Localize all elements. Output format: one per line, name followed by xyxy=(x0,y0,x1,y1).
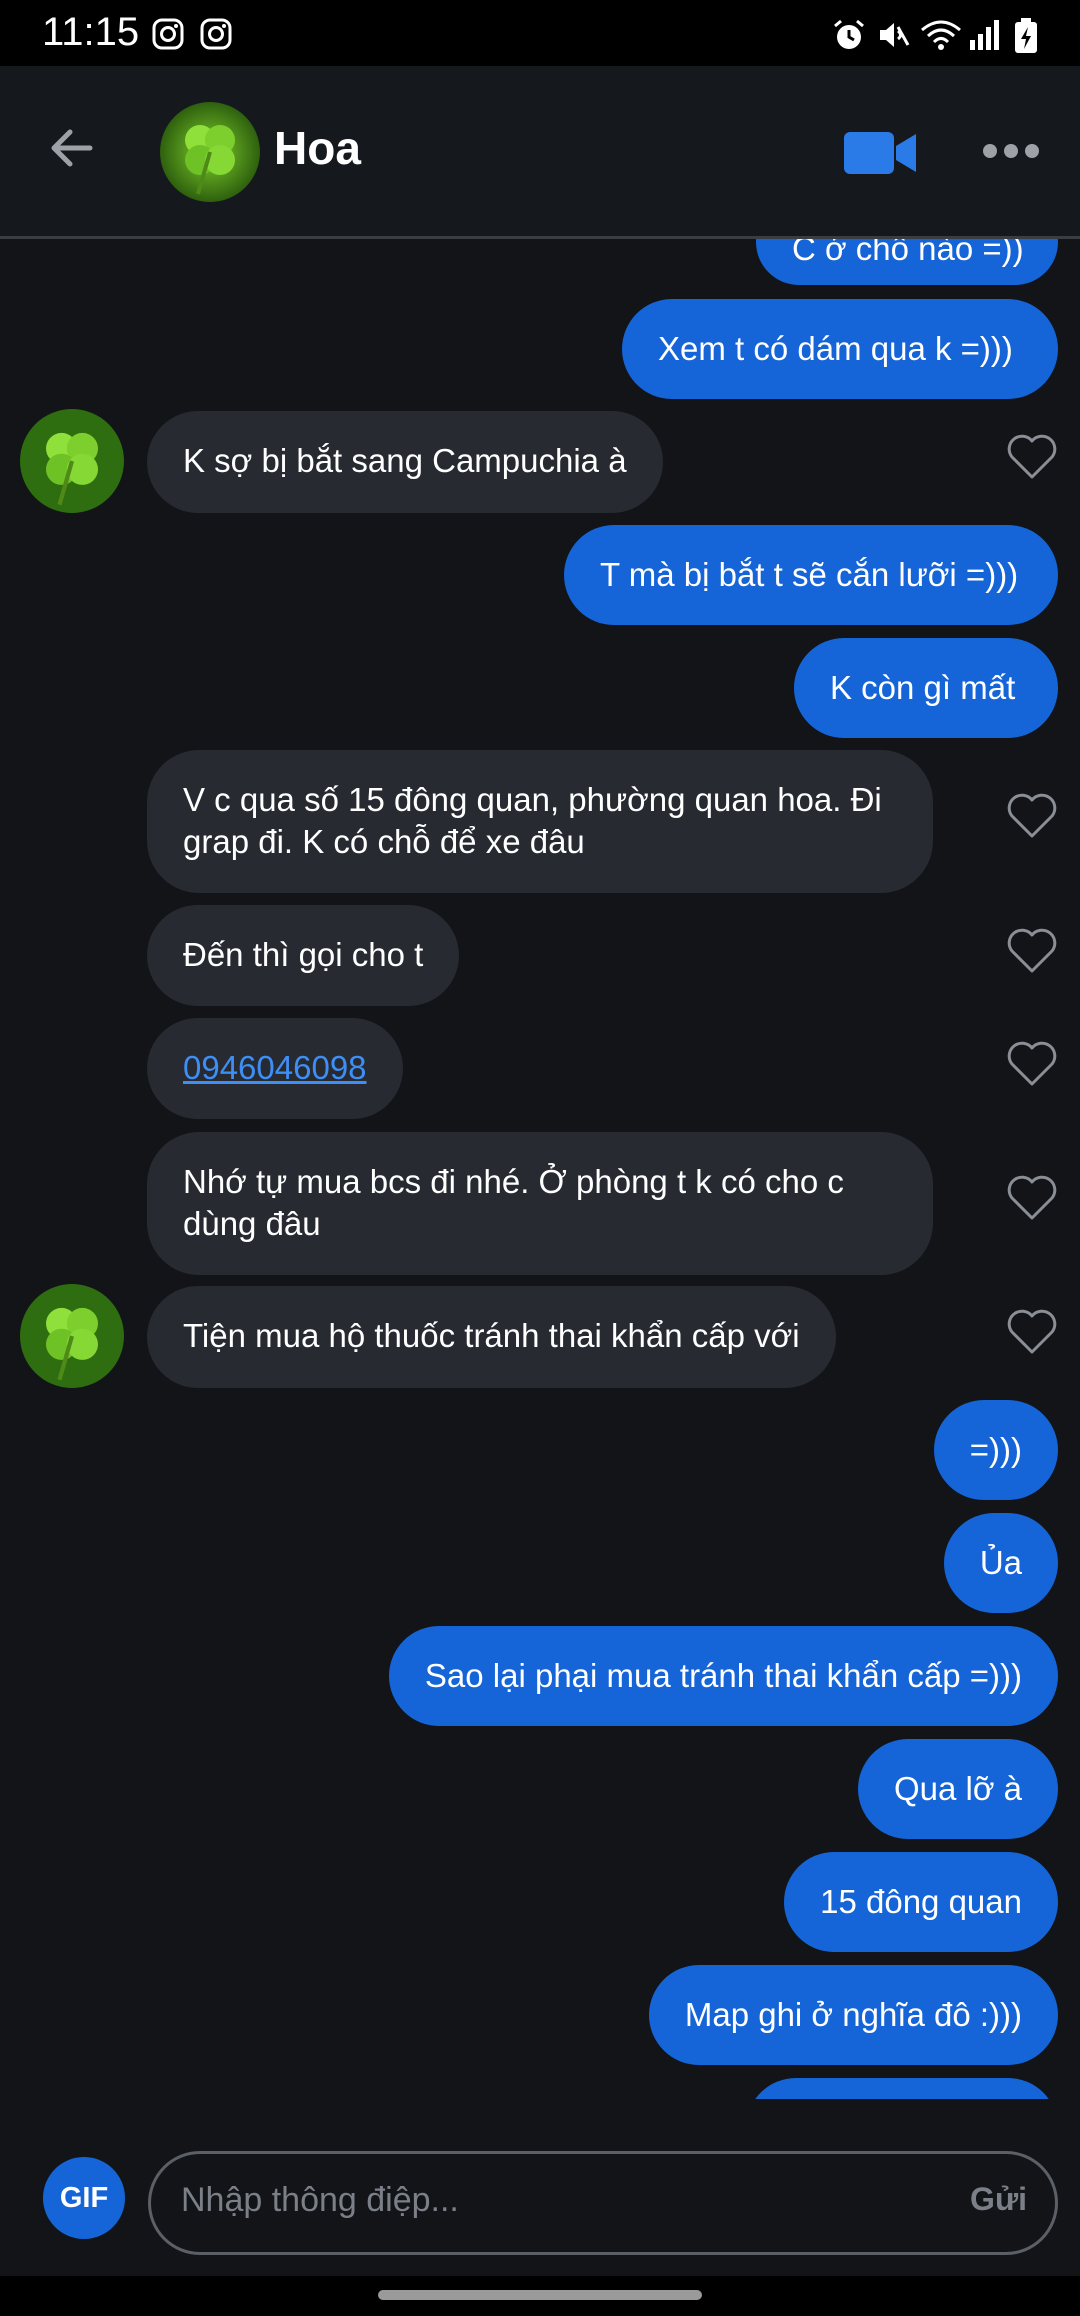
incoming-message[interactable]: K sợ bị bắt sang Campuchia à xyxy=(147,411,663,513)
instagram-icon xyxy=(200,18,232,50)
outgoing-message[interactable]: Sao lại phại mua tránh thai khẩn cấp =))… xyxy=(388,1626,1058,1726)
heart-icon[interactable] xyxy=(1006,927,1058,975)
outgoing-message[interactable] xyxy=(746,2078,1058,2099)
back-arrow-icon[interactable] xyxy=(46,122,98,174)
mute-icon xyxy=(880,23,910,47)
contact-avatar[interactable] xyxy=(160,102,260,202)
contact-name: Hoa xyxy=(274,122,361,174)
status-time: 11:15 xyxy=(42,10,140,54)
video-call-icon[interactable] xyxy=(844,130,916,176)
incoming-message[interactable]: Đến thì gọi cho t xyxy=(147,905,460,1006)
outgoing-message[interactable]: Xem t có dám qua k =))) xyxy=(622,299,1058,399)
conversation-header: Hoa xyxy=(0,66,1080,239)
signal-icon xyxy=(970,20,999,50)
clover-avatar-icon xyxy=(20,1284,124,1388)
battery-icon xyxy=(1015,18,1037,53)
heart-icon[interactable] xyxy=(1006,433,1058,481)
outgoing-message[interactable]: Qua lỡ à xyxy=(857,1739,1058,1839)
status-bar: 11:15 xyxy=(0,0,1080,66)
heart-icon[interactable] xyxy=(1006,1040,1058,1088)
outgoing-message[interactable]: 15 đông quan xyxy=(784,1852,1058,1952)
clover-avatar-icon xyxy=(20,409,124,513)
outgoing-message[interactable]: T mà bị bắt t sẽ cắn lưỡi =))) xyxy=(564,525,1058,625)
more-options-icon[interactable] xyxy=(982,143,1040,159)
outgoing-message[interactable]: Ủa xyxy=(943,1513,1058,1613)
outgoing-message[interactable]: Map ghi ở nghĩa đô :))) xyxy=(648,1965,1058,2065)
navigation-bar xyxy=(0,2276,1080,2316)
wifi-icon xyxy=(921,20,961,50)
phone-link[interactable]: 0946046098 xyxy=(183,1049,367,1086)
send-button[interactable]: Gửi xyxy=(970,2181,1027,2218)
home-indicator[interactable] xyxy=(378,2290,702,2300)
incoming-message[interactable]: Tiện mua hộ thuốc tránh thai khẩn cấp vớ… xyxy=(147,1286,836,1388)
instagram-icon xyxy=(152,18,184,50)
message-list[interactable]: C ở chỗ nào =)) Xem t có dám qua k =))) … xyxy=(0,239,1080,2099)
alarm-icon xyxy=(834,19,864,49)
outgoing-message[interactable]: =))) xyxy=(933,1400,1058,1500)
incoming-message[interactable]: V c qua số 15 đông quan, phường quan hoa… xyxy=(147,750,933,893)
heart-icon[interactable] xyxy=(1006,792,1058,840)
heart-icon[interactable] xyxy=(1006,1174,1058,1222)
message-input-placeholder: Nhập thông điệp... xyxy=(181,2181,459,2219)
outgoing-message[interactable]: C ở chỗ nào =)) xyxy=(756,239,1058,285)
heart-icon[interactable] xyxy=(1006,1308,1058,1356)
clover-avatar-icon xyxy=(160,102,260,202)
contact-avatar[interactable] xyxy=(20,409,124,513)
contact-avatar[interactable] xyxy=(20,1284,124,1388)
outgoing-message[interactable]: K còn gì mất xyxy=(794,638,1058,738)
incoming-message[interactable]: Nhớ tự mua bcs đi nhé. Ở phòng t k có ch… xyxy=(147,1132,933,1275)
message-input[interactable]: Nhập thông điệp... Gửi xyxy=(148,2151,1058,2255)
incoming-message[interactable]: 0946046098 xyxy=(147,1018,403,1119)
gif-button[interactable]: GIF xyxy=(43,2157,125,2239)
